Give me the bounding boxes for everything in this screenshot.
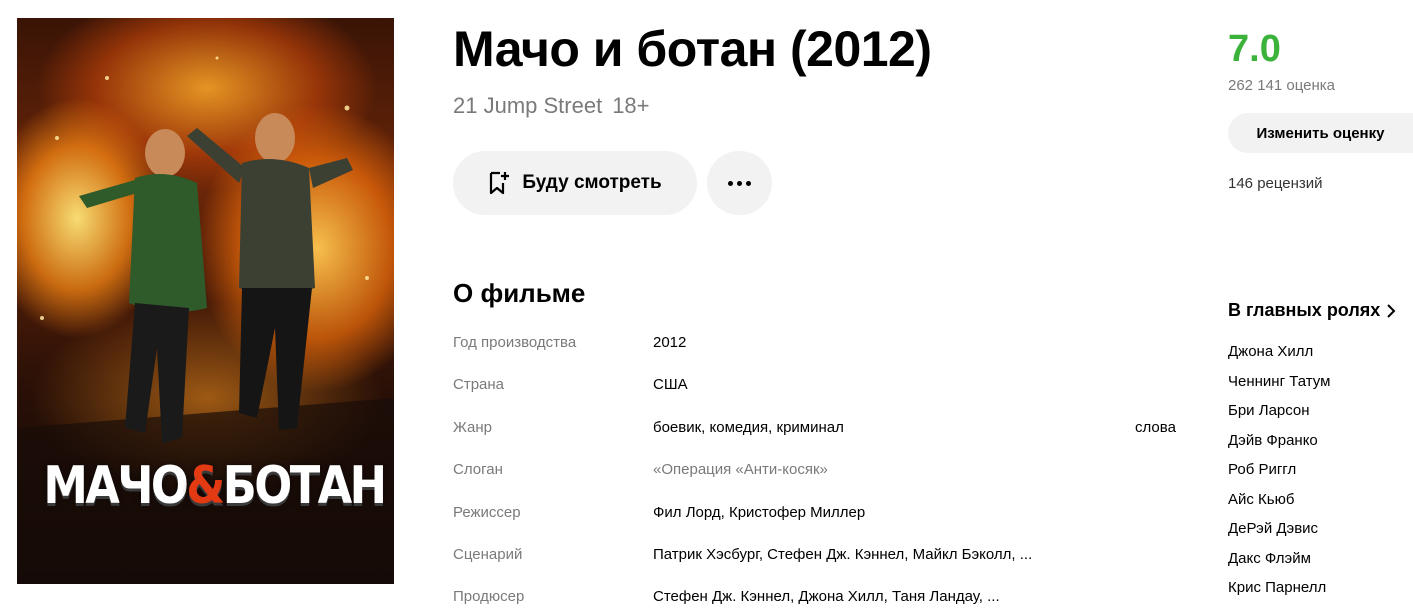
votes-count: 262 141 оценка <box>1228 77 1336 94</box>
movie-subtitle: 21 Jump Street 18+ <box>453 93 650 119</box>
cast-member[interactable]: ДеРэй Дэвис <box>1228 520 1330 550</box>
cast-member[interactable]: Ченнинг Татум <box>1228 373 1330 403</box>
cast-list: Джона Хилл Ченнинг Татум Бри Ларсон Дэйв… <box>1228 343 1330 609</box>
cast-member[interactable]: Роб Риггл <box>1228 461 1330 491</box>
info-key: Жанр <box>453 419 492 436</box>
cast-member[interactable]: Бри Ларсон <box>1228 402 1330 432</box>
movie-title: Мачо и ботан (2012) <box>453 21 932 77</box>
cast-member[interactable]: Джона Хилл <box>1228 343 1330 373</box>
reviews-link[interactable]: 146 рецензий <box>1228 175 1323 192</box>
movie-poster[interactable]: МАЧО&БОТАН <box>17 18 394 584</box>
bookmark-plus-icon <box>490 171 510 195</box>
more-dots-icon <box>728 180 751 186</box>
info-key: Режиссер <box>453 504 521 521</box>
chevron-right-icon <box>1387 303 1396 318</box>
more-button[interactable] <box>707 151 772 215</box>
info-value[interactable]: Фил Лорд, Кристофер Миллер <box>653 504 865 521</box>
cast-member[interactable]: Дакс Флэйм <box>1228 550 1330 580</box>
info-value[interactable]: США <box>653 376 688 393</box>
cast-member[interactable]: Крис Парнелл <box>1228 579 1330 609</box>
info-value[interactable]: Патрик Хэсбург, Стефен Дж. Кэннел, Майкл… <box>653 546 1032 563</box>
info-value[interactable]: 2012 <box>653 334 686 351</box>
about-title: О фильме <box>453 278 586 308</box>
poster-figure-right <box>187 113 353 430</box>
info-value[interactable]: Стефен Дж. Кэннел, Джона Хилл, Таня Ланд… <box>653 588 1000 605</box>
original-title: 21 Jump Street <box>453 93 603 118</box>
poster-title: МАЧО&БОТАН <box>43 456 387 516</box>
watchlist-button[interactable]: Буду смотреть <box>453 151 697 215</box>
info-key: Слоган <box>453 461 503 478</box>
change-rating-button[interactable]: Изменить оценку <box>1228 113 1413 153</box>
genre-keywords-link[interactable]: слова <box>1135 419 1176 436</box>
info-key: Сценарий <box>453 546 523 563</box>
cast-member[interactable]: Айс Кьюб <box>1228 491 1330 521</box>
cast-title-link[interactable]: В главных ролях <box>1228 300 1396 321</box>
watchlist-label: Буду смотреть <box>522 172 662 193</box>
info-value[interactable]: боевик, комедия, криминал <box>653 419 844 436</box>
info-key: Год производства <box>453 334 577 351</box>
cast-title: В главных ролях <box>1228 300 1381 320</box>
info-key: Страна <box>453 376 505 393</box>
age-rating: 18+ <box>612 93 650 118</box>
cast-member[interactable]: Дэйв Франко <box>1228 432 1330 462</box>
info-key: Продюсер <box>453 588 525 605</box>
poster-figure-left <box>79 129 207 443</box>
rating-value: 7.0 <box>1228 28 1281 70</box>
info-value: «Операция «Анти-косяк» <box>653 461 828 478</box>
